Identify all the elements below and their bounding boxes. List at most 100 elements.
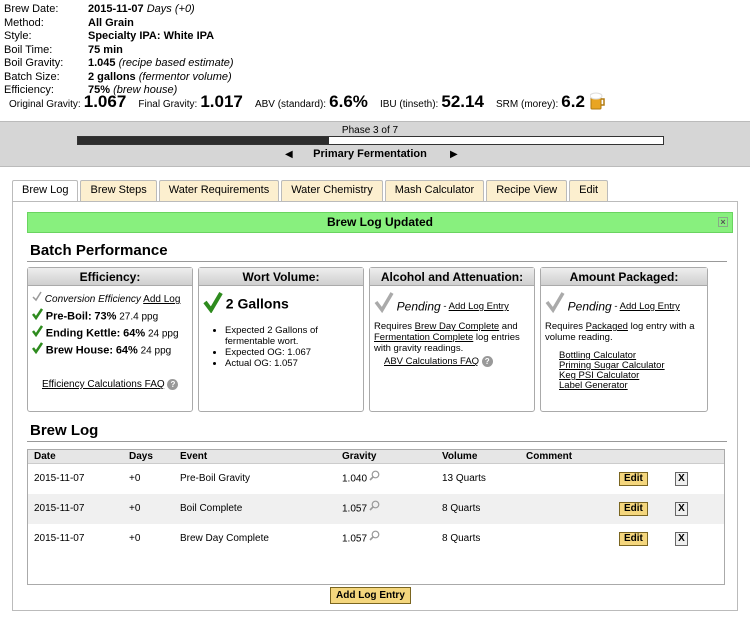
recipe-stats: Original Gravity: 1.067 Final Gravity: 1… bbox=[9, 91, 606, 113]
delete-button[interactable]: X bbox=[675, 502, 688, 516]
packaged-req-text: Requires bbox=[545, 321, 584, 332]
wort-volume-title: Wort Volume: bbox=[199, 268, 363, 286]
label-generator-link[interactable]: Label Generator bbox=[559, 381, 703, 391]
next-phase-arrow-icon[interactable]: ▶ bbox=[450, 149, 458, 160]
tab-mash-calculator[interactable]: Mash Calculator bbox=[384, 180, 485, 201]
wort-volume-card: Wort Volume: 2 Gallons Expected 2 Gallon… bbox=[198, 267, 364, 412]
tab-brew-steps[interactable]: Brew Steps bbox=[80, 180, 157, 201]
row-days: +0 bbox=[129, 473, 141, 484]
check-icon bbox=[32, 325, 44, 343]
notice-banner: Brew Log Updated × bbox=[27, 212, 733, 233]
check-gray-large-icon bbox=[545, 291, 565, 322]
efficiency-card: Efficiency: Conversion Efficiency Add Lo… bbox=[27, 267, 193, 412]
brew-log-table: Date Days Event Gravity Volume Comment 2… bbox=[27, 449, 725, 585]
tab-water-requirements[interactable]: Water Requirements bbox=[158, 180, 280, 201]
brew-date: 2015-11-07 bbox=[88, 3, 144, 15]
delete-button[interactable]: X bbox=[675, 532, 688, 546]
section-divider bbox=[27, 441, 727, 442]
boil-time-label: Boil Time: bbox=[4, 43, 53, 56]
wort-expected-og: Expected OG: 1.067 bbox=[225, 347, 359, 358]
beer-mug-icon bbox=[589, 92, 606, 110]
row-gravity: 1.040 bbox=[342, 464, 380, 495]
ending-kettle-label: Ending Kettle: bbox=[45, 327, 121, 340]
og-value: 1.067 bbox=[83, 92, 127, 111]
col-date: Date bbox=[34, 451, 56, 462]
brew-house-label: Brew House: bbox=[45, 344, 114, 357]
notice-text: Brew Log Updated bbox=[326, 215, 433, 229]
packaged-status: Pending bbox=[567, 299, 612, 314]
help-icon[interactable]: ? bbox=[481, 356, 493, 367]
row-volume: 13 Quarts bbox=[442, 473, 486, 484]
batch-size-label: Batch Size: bbox=[4, 70, 60, 83]
ibu-value: 52.14 bbox=[441, 92, 484, 111]
boil-gravity: 1.045 bbox=[88, 57, 116, 69]
wort-expected-volume: Expected 2 Gallons of fermentable wort. bbox=[225, 325, 359, 347]
tab-recipe-view[interactable]: Recipe View bbox=[486, 180, 568, 201]
row-gravity: 1.057 bbox=[342, 494, 380, 525]
add-log-entry-link[interactable]: Add Log Entry bbox=[620, 301, 680, 312]
brew-log-panel: Brew Log Updated × Batch Performance Eff… bbox=[12, 201, 738, 611]
ending-kettle-value: 64% bbox=[123, 327, 146, 340]
row-gravity: 1.057 bbox=[342, 524, 380, 555]
packaged-link[interactable]: Packaged bbox=[586, 321, 628, 332]
table-header: Date Days Event Gravity Volume Comment bbox=[28, 450, 724, 464]
alcohol-title: Alcohol and Attenuation: bbox=[370, 268, 534, 286]
check-gray-large-icon bbox=[374, 291, 394, 322]
efficiency-faq-link[interactable]: Efficiency Calculations FAQ bbox=[42, 379, 165, 390]
og-label: Original Gravity: bbox=[9, 99, 81, 110]
row-event: Pre-Boil Gravity bbox=[180, 473, 251, 484]
boil-gravity-note: (recipe based estimate) bbox=[118, 57, 234, 69]
brew-date-note: Days (+0) bbox=[146, 3, 195, 15]
phase-progress bbox=[77, 136, 664, 145]
fermentation-complete-link[interactable]: Fermentation Complete bbox=[374, 332, 473, 343]
tab-water-chemistry[interactable]: Water Chemistry bbox=[281, 180, 383, 201]
tab-edit[interactable]: Edit bbox=[569, 180, 609, 201]
magnifier-icon[interactable] bbox=[369, 494, 380, 524]
row-days: +0 bbox=[129, 533, 141, 544]
tab-brew-log[interactable]: Brew Log bbox=[12, 180, 79, 202]
wort-volume-value: 2 Gallons bbox=[225, 295, 289, 312]
check-icon bbox=[32, 342, 44, 360]
magnifier-icon[interactable] bbox=[369, 524, 380, 554]
row-gravity-value: 1.040 bbox=[342, 473, 368, 485]
edit-button[interactable]: Edit bbox=[619, 502, 648, 516]
edit-button[interactable]: Edit bbox=[619, 472, 648, 486]
boil-time: 75 min bbox=[88, 43, 123, 56]
alcohol-status: Pending bbox=[396, 299, 441, 314]
phase-text: Phase 3 of 7 bbox=[341, 125, 399, 136]
magnifier-icon[interactable] bbox=[369, 464, 380, 494]
abv-faq-link[interactable]: ABV Calculations FAQ bbox=[384, 356, 479, 367]
add-log-entry-link[interactable]: Add Log Entry bbox=[449, 301, 509, 312]
recipe-header: Brew Date: 2015-11-07 Days (+0) Method: Al… bbox=[4, 3, 234, 98]
delete-button[interactable]: X bbox=[675, 472, 688, 486]
close-icon[interactable]: × bbox=[718, 217, 728, 227]
brew-log-title: Brew Log bbox=[30, 422, 99, 439]
boil-gravity-label: Boil Gravity: bbox=[4, 57, 64, 69]
check-gray-icon bbox=[32, 291, 42, 308]
fg-value: 1.017 bbox=[200, 92, 243, 111]
check-icon bbox=[32, 308, 44, 326]
table-row: 2015-11-07 +0 Boil Complete 1.057 8 Quarts Ed… bbox=[28, 494, 724, 524]
pre-boil-ppg: 27.4 ppg bbox=[119, 311, 159, 323]
add-log-link[interactable]: Add Log bbox=[143, 294, 180, 305]
brew-house-ppg: 24 ppg bbox=[140, 345, 172, 357]
brew-day-complete-link[interactable]: Brew Day Complete bbox=[415, 321, 499, 332]
row-gravity-value: 1.057 bbox=[342, 503, 368, 515]
batch-size-note: (fermentor volume) bbox=[138, 70, 232, 83]
row-event: Brew Day Complete bbox=[180, 533, 269, 544]
phase-progress-fill bbox=[78, 137, 329, 144]
brew-date-label: Brew Date: bbox=[4, 3, 59, 15]
col-gravity: Gravity bbox=[342, 451, 377, 462]
section-divider bbox=[27, 261, 727, 262]
method: All Grain bbox=[88, 16, 134, 29]
table-row: 2015-11-07 +0 Pre-Boil Gravity 1.040 13 Quar… bbox=[28, 464, 724, 494]
alcohol-req-and: and bbox=[501, 321, 518, 332]
edit-button[interactable]: Edit bbox=[619, 532, 648, 546]
phase-name: Primary Fermentation bbox=[313, 148, 427, 160]
batch-size: 2 gallons bbox=[88, 70, 136, 83]
help-icon[interactable]: ? bbox=[167, 379, 179, 390]
row-date: 2015-11-07 bbox=[34, 503, 85, 514]
add-log-entry-button[interactable]: Add Log Entry bbox=[330, 587, 411, 604]
ibu-label: IBU (tinseth): bbox=[379, 99, 439, 110]
check-large-icon bbox=[203, 291, 223, 316]
